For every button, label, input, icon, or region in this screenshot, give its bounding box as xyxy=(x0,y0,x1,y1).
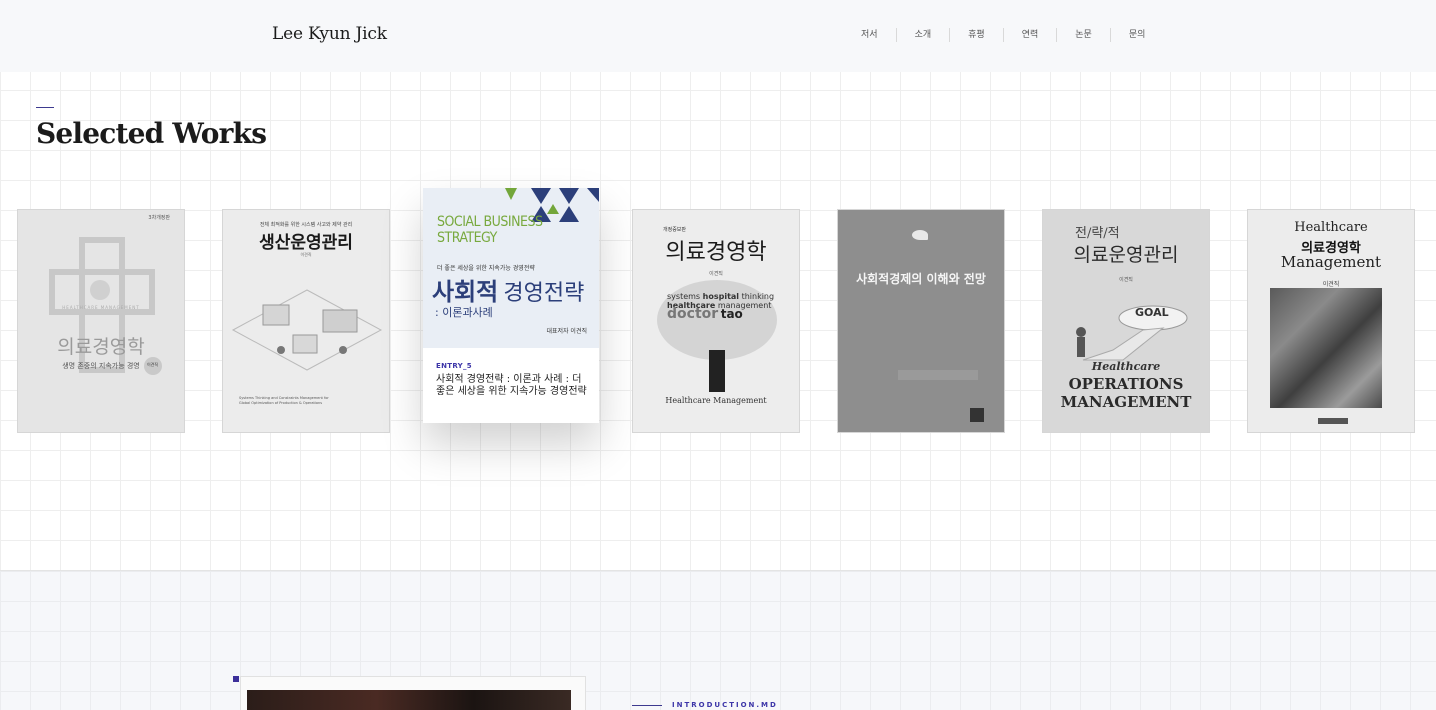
book-card-healthcare-operations[interactable]: 전/략/적 의료운영관리 이견직 GOAL Healthcare OPERATI… xyxy=(1042,209,1210,433)
book-cover-pattern xyxy=(49,237,162,375)
section-title: Selected Works xyxy=(36,117,267,150)
nav-item-books[interactable]: 저서 xyxy=(843,28,896,42)
main-nav: 저서 소개 휴평 연력 논문 문의 xyxy=(843,28,1163,42)
featured-book-cover: SOCIAL BUSINESS STRATEGY 더 좋은 세상을 위한 지속가… xyxy=(423,188,599,348)
book-card-healthcare-management-revised[interactable]: 개정증보판 의료경영학 이견직 systems hospital thinkin… xyxy=(632,209,800,433)
book-card-social-economy[interactable]: 사회적경제의 이해와 전망 xyxy=(837,209,1005,433)
introduction-section xyxy=(0,570,1436,710)
profile-photo xyxy=(247,690,571,710)
book-card-healthcare-management[interactable]: 3차개정판 HEALTHCARE MANAGEMENT 의료경영학 생명 존중의… xyxy=(17,209,185,433)
publisher-logo-icon xyxy=(970,408,984,422)
book-edition-badge: 3차개정판 xyxy=(148,215,170,221)
book-title: 사회적경제의 이해와 전망 xyxy=(856,272,986,286)
intro-section-label: INTRODUCTION.MD xyxy=(672,701,778,709)
nav-item-contact[interactable]: 문의 xyxy=(1109,28,1164,42)
book-title: 의료경영학 xyxy=(57,336,145,358)
nav-item-reviews[interactable]: 휴평 xyxy=(949,28,1003,42)
cover-photo-collage xyxy=(1270,288,1382,408)
title-accent-line xyxy=(36,107,54,108)
bird-logo-icon xyxy=(912,230,928,240)
nav-item-papers[interactable]: 논문 xyxy=(1056,28,1110,42)
cover-text-block xyxy=(898,370,978,380)
nav-item-about[interactable]: 소개 xyxy=(895,28,950,42)
nav-item-career[interactable]: 연력 xyxy=(1002,28,1057,42)
entry-label: ENTRY_5 xyxy=(436,362,472,370)
book-card-production-operations[interactable]: 전체 최적화를 위한 시스템 사고와 제약 관리 생산운영관리 이견직 Syst… xyxy=(222,209,390,433)
section-marker-icon xyxy=(233,676,239,682)
featured-book-title: 사회적 경영전략 : 이론과 사례 : 더 좋은 세상을 위한 지속가능 경영전… xyxy=(436,374,587,397)
featured-book-card[interactable]: SOCIAL BUSINESS STRATEGY 더 좋은 세상을 위한 지속가… xyxy=(423,188,599,423)
intro-accent-line xyxy=(632,705,662,706)
site-logo[interactable]: Lee Kyun Jick xyxy=(272,24,387,44)
site-header: Lee Kyun Jick 저서 소개 휴평 연력 논문 문의 xyxy=(0,0,1436,72)
publisher-logo-icon xyxy=(1318,418,1348,424)
book-card-healthcare-management-2[interactable]: Healthcare 의료경영학 Management 이견직 xyxy=(1247,209,1415,433)
